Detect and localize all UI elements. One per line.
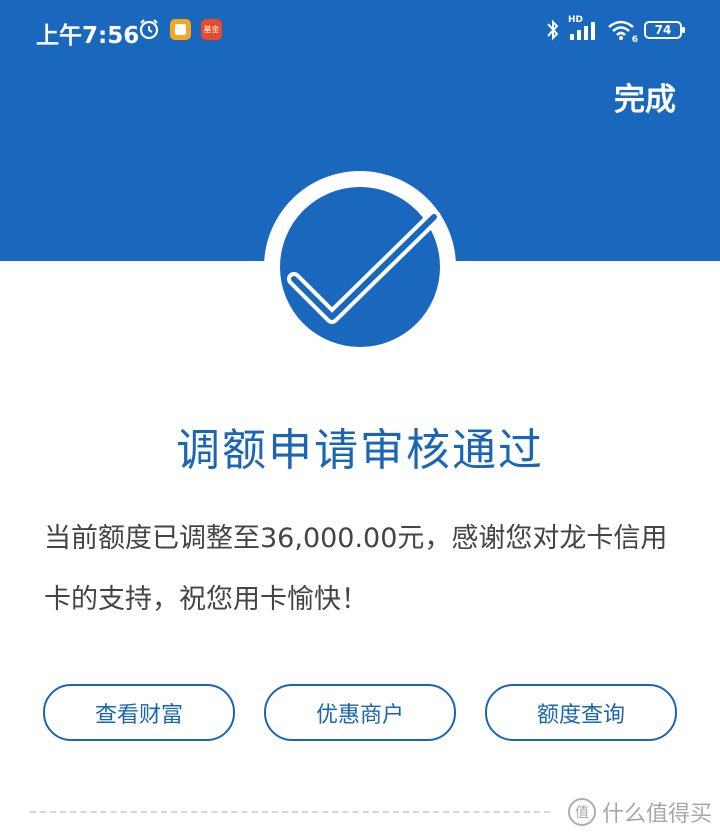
alarm-icon bbox=[139, 19, 159, 40]
status-right-icons: HD 6 74 bbox=[546, 15, 685, 45]
battery-icon: 74 bbox=[644, 21, 685, 39]
watermark: 值 什么值得买 bbox=[567, 796, 712, 828]
limit-query-button[interactable]: 额度查询 bbox=[485, 684, 677, 741]
status-time: 上午7:56 bbox=[36, 23, 140, 49]
done-button[interactable]: 完成 bbox=[614, 74, 676, 119]
status-left-icons: 基金 bbox=[138, 18, 222, 40]
bluetooth-icon bbox=[547, 19, 559, 41]
wifi-icon: 6 bbox=[606, 19, 638, 45]
notes-app-icon bbox=[170, 18, 191, 40]
status-bar: 上午7:56 基金 HD 6 74 bbox=[0, 0, 720, 64]
wifi-label: 6 bbox=[631, 35, 638, 45]
signal-icon: HD bbox=[568, 15, 598, 41]
result-title: 调额申请审核通过 bbox=[176, 425, 544, 476]
watermark-text: 什么值得买 bbox=[601, 802, 712, 827]
dashed-divider bbox=[30, 811, 550, 813]
success-check-icon bbox=[264, 171, 456, 363]
red-app-icon: 基金 bbox=[201, 18, 222, 40]
watermark-logo-icon: 值 bbox=[567, 798, 596, 826]
view-wealth-button[interactable]: 查看财富 bbox=[43, 684, 235, 741]
merchant-offers-button[interactable]: 优惠商户 bbox=[264, 684, 456, 741]
action-buttons: 查看财富 优惠商户 额度查询 bbox=[43, 684, 677, 741]
result-message: 当前额度已调整至36,000.00元，感谢您对龙卡信用卡的支持，祝您用卡愉快！ bbox=[44, 523, 668, 615]
